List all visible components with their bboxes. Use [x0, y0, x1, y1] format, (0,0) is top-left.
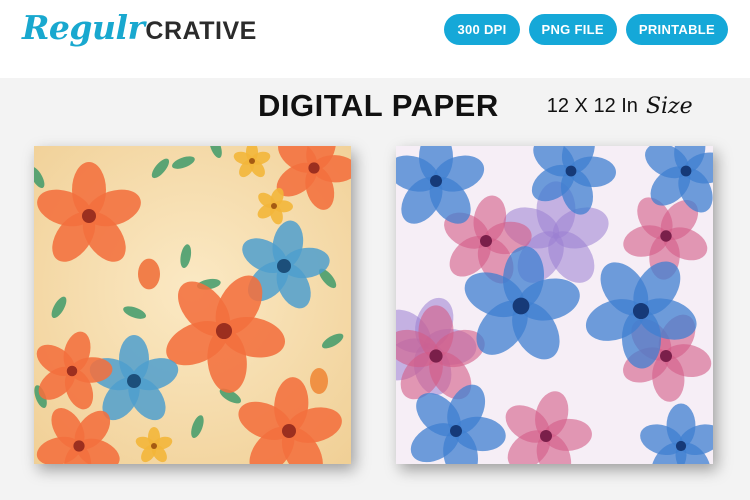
paper-preview-cool: [396, 146, 713, 464]
size-word: Size: [645, 93, 693, 119]
logo-script-text: Regulr: [22, 8, 145, 47]
page-title: DIGITAL PAPER: [258, 88, 499, 123]
cool-floral-pattern: [396, 146, 713, 464]
badge-printable: PRINTABLE: [625, 14, 728, 45]
size-label: 12 X 12 In: [546, 94, 638, 117]
badge-file-type: PNG FILE: [528, 14, 617, 45]
header-bar: Regulr CRATIVE 300 DPI PNG FILE PRINTABL…: [0, 0, 750, 78]
feature-badges: 300 DPI PNG FILE PRINTABLE: [444, 14, 728, 45]
headline: DIGITAL PAPER 12 X 12 In Size: [258, 88, 693, 124]
badge-dpi: 300 DPI: [444, 14, 520, 45]
logo-bold-text: CRATIVE: [145, 17, 257, 45]
paper-preview-warm: [34, 146, 351, 464]
warm-floral-pattern: [34, 146, 351, 464]
brand-logo: Regulr CRATIVE: [22, 8, 257, 58]
